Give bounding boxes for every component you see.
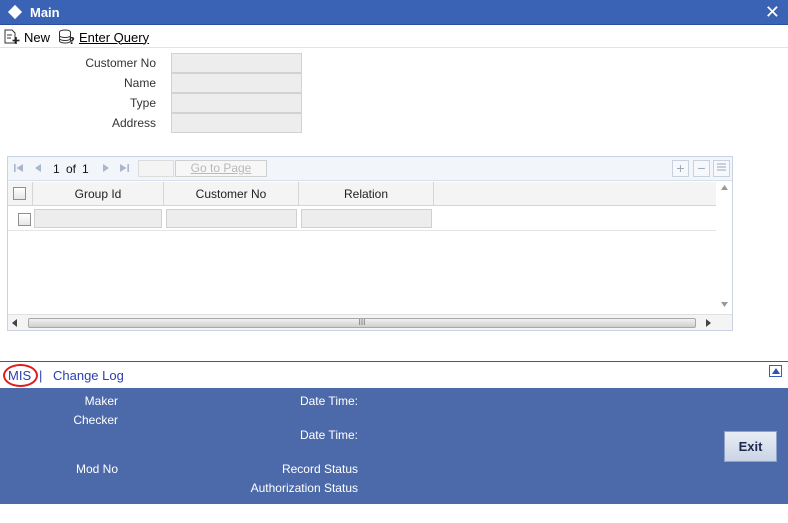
grid-horizontal-scrollbar[interactable]: III <box>8 314 732 330</box>
relation-cell-input[interactable] <box>301 209 432 228</box>
close-icon[interactable]: ✕ <box>765 2 780 22</box>
address-row: Address <box>0 113 320 133</box>
row-select-checkbox[interactable] <box>18 213 31 226</box>
audit-panel: Maker Checker Mod No Date Time: Date Tim… <box>0 388 788 504</box>
group-id-cell-input[interactable] <box>34 209 162 228</box>
grid-vertical-scrollbar[interactable] <box>717 182 732 312</box>
total-pages: 1 <box>82 162 89 176</box>
add-row-icon[interactable]: + <box>672 160 689 177</box>
toolbar: New ? Enter Query <box>0 26 788 48</box>
address-label: Address <box>111 116 156 130</box>
query-database-icon: ? <box>58 29 76 47</box>
enter-query-label: Enter Query <box>79 29 150 45</box>
grid-header: Group Id Customer No Relation <box>8 182 716 206</box>
current-page: 1 <box>53 162 60 176</box>
maker-label: Maker <box>84 394 118 408</box>
page-of-label: of <box>66 162 77 176</box>
column-header-group-id[interactable]: Group Id <box>33 182 164 206</box>
name-row: Name <box>0 73 320 93</box>
column-header-customer-no[interactable]: Customer No <box>164 182 299 206</box>
table-row <box>8 207 716 231</box>
relation-grid: 1 of 1 Go to Page + − Group Id Customer … <box>7 156 733 331</box>
grid-pagination-bar: 1 of 1 Go to Page + − <box>8 157 732 181</box>
customer-no-cell-input[interactable] <box>166 209 297 228</box>
exit-button[interactable]: Exit <box>724 431 777 462</box>
customer-no-field[interactable] <box>171 53 302 73</box>
previous-page-icon[interactable] <box>32 162 44 174</box>
next-page-icon[interactable] <box>100 162 112 174</box>
type-label: Type <box>129 96 156 110</box>
page-number-input[interactable] <box>138 160 174 177</box>
last-page-icon[interactable] <box>118 162 130 174</box>
new-button[interactable]: New <box>3 28 50 46</box>
window-diamond-icon <box>7 4 23 20</box>
scroll-left-icon <box>12 319 17 327</box>
svg-text:?: ? <box>69 36 75 45</box>
customer-no-label: Customer No <box>85 56 156 70</box>
record-status-label: Record Status <box>281 462 358 476</box>
collapse-up-icon[interactable] <box>769 365 782 377</box>
window-title: Main <box>30 5 60 20</box>
first-page-icon[interactable] <box>13 162 25 174</box>
maker-date-time-label: Date Time: <box>299 394 358 408</box>
mod-no-label: Mod No <box>75 462 118 476</box>
checker-label: Checker <box>73 413 118 427</box>
bottom-tab-bar: MIS | Change Log <box>0 361 788 387</box>
checker-date-time-label: Date Time: <box>299 428 358 442</box>
new-record-icon <box>3 29 21 45</box>
window-title-bar: Main ✕ <box>0 0 788 25</box>
name-field[interactable] <box>171 73 302 93</box>
authorization-status-label: Authorization Status <box>250 481 358 495</box>
horizontal-scroll-thumb[interactable]: III <box>28 318 696 328</box>
mis-highlight-circle <box>3 364 38 387</box>
type-field[interactable] <box>171 93 302 113</box>
column-header-relation[interactable]: Relation <box>299 182 434 206</box>
scroll-right-icon <box>706 319 711 327</box>
change-log-link[interactable]: Change Log <box>53 368 124 383</box>
type-row: Type <box>0 93 320 113</box>
new-label: New <box>24 29 51 45</box>
name-label: Name <box>123 76 156 90</box>
select-all-cell <box>8 182 33 206</box>
address-field[interactable] <box>171 113 302 133</box>
select-all-checkbox[interactable] <box>13 187 26 200</box>
tab-separator: | <box>39 368 43 383</box>
enter-query-button[interactable]: ? Enter Query <box>58 28 150 47</box>
customer-no-row: Customer No <box>0 53 320 73</box>
single-view-icon[interactable] <box>713 160 730 177</box>
delete-row-icon[interactable]: − <box>693 160 710 177</box>
go-to-page-button[interactable]: Go to Page <box>175 160 267 177</box>
